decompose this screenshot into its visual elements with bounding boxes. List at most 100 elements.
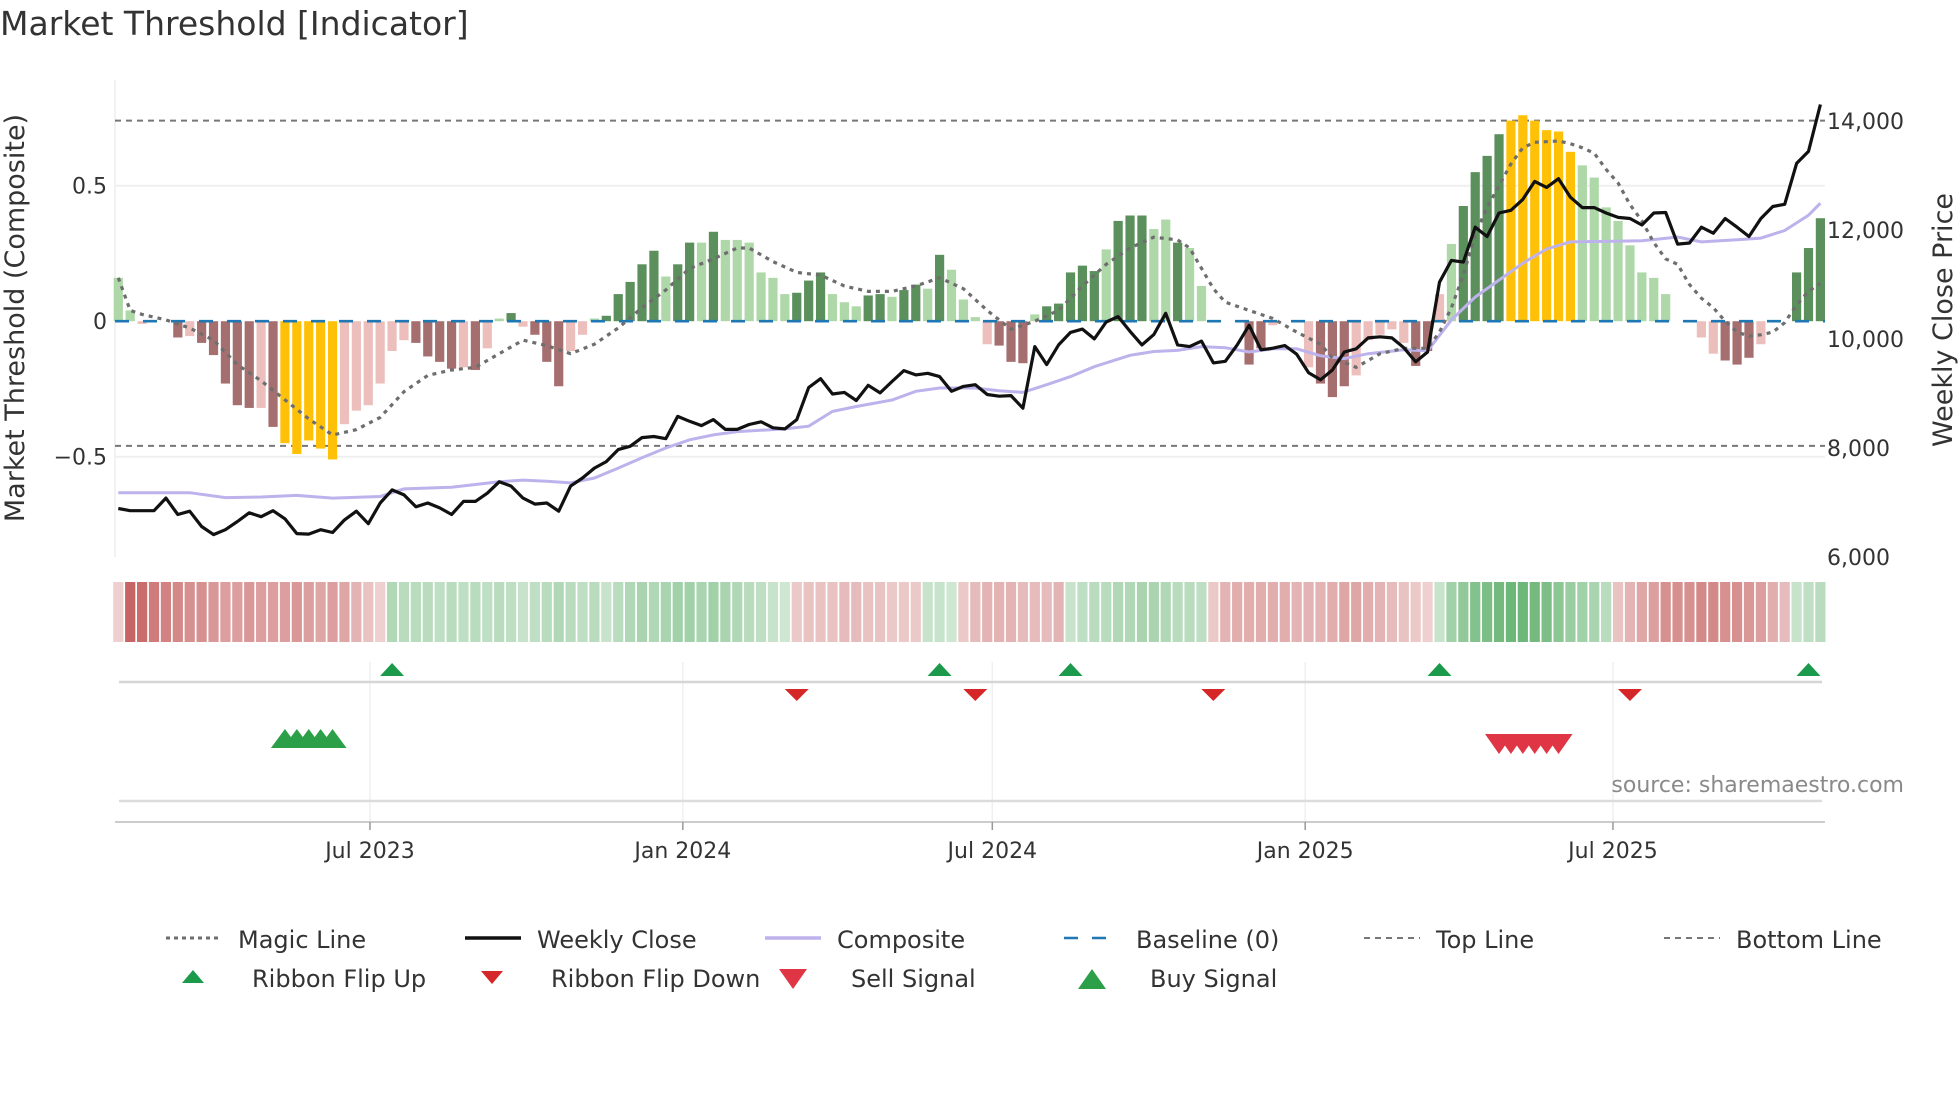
composite-bar [851,306,861,322]
composite-bar [958,299,968,322]
ribbon-cell [232,582,243,642]
ribbon-cell [386,582,398,642]
composite-bar [482,321,492,349]
composite-bar [732,239,742,322]
ribbon-cell [1362,582,1374,642]
composite-bar [411,321,421,343]
ribbon-cell [791,582,802,642]
y2-tick-label: 10,000 [1827,328,1904,353]
ribbon-cell [172,582,183,642]
ribbon-cell [1565,582,1576,642]
ribbon-cell [125,582,136,642]
ribbon-cell [553,582,564,642]
ribbon-flip-up-marker [1427,663,1452,676]
composite-bar [1077,265,1088,322]
ribbon-cell [220,582,231,642]
composite-bar [566,321,576,352]
ribbon-cell [636,582,648,642]
composite-bar [1482,155,1492,322]
ribbon-flip-up-marker [1058,663,1083,676]
ribbon-cell [874,582,886,642]
ribbon-cell [755,582,767,642]
ribbon-cell [1291,582,1302,642]
ribbon-cell [1148,582,1159,642]
legend-triangle-up-icon [182,970,204,983]
composite-bar [792,292,802,322]
ribbon-cell [1208,582,1219,642]
ribbon-cell [351,582,362,642]
composite-bar [1791,272,1802,322]
composite-bar [970,317,980,322]
composite-bar [780,294,790,322]
ribbon-cell [1636,582,1647,642]
composite-bar [1303,321,1314,368]
legend-solid-line-icon [465,936,521,940]
composite-bar [1399,321,1409,343]
composite-bar [839,302,849,322]
composite-bar [1315,321,1326,384]
y2-tick-label: 6,000 [1827,546,1890,571]
composite-bar [1577,165,1587,322]
ribbon-cell [696,582,707,642]
ribbon-cell [434,582,445,642]
legend-thin-dashed-line-icon [1664,937,1720,939]
ribbon-cell [303,582,314,642]
ribbon-cell [732,582,743,642]
ribbon-cell [1327,582,1338,642]
ribbon-cell [1482,582,1493,642]
ribbon-cell [256,582,267,642]
ribbon-cell [660,582,671,642]
ribbon-cell [1755,582,1766,642]
composite-bar [1125,215,1135,322]
legend-buy-triangle-icon [1078,969,1106,989]
ribbon-cell [1065,582,1076,642]
ribbon-cell [470,582,481,642]
legend-label: Ribbon Flip Up [252,965,427,993]
composite-bar [625,281,635,322]
ribbon-cell [1505,582,1517,642]
ribbon-cell [160,582,172,642]
composite-bar [1744,321,1754,358]
composite-bar [1613,220,1623,322]
y2-axis-label: Weekly Close Price [1928,193,1959,447]
ribbon-cell [1743,582,1755,642]
ribbon-cell [482,582,493,642]
composite-bar [1042,306,1052,322]
ribbon-cell [958,582,969,642]
ribbon-cell [363,582,374,642]
ribbon-cell [1672,582,1683,642]
ribbon-cell [1172,582,1183,642]
legend-label: Bottom Line [1736,926,1882,954]
composite-bar [197,321,207,343]
composite-bar [1101,249,1111,322]
composite-bar [351,321,361,411]
ribbon-cell [1386,582,1397,642]
ribbon-cell [839,582,850,642]
composite-bar [685,242,695,322]
composite-bar [1815,218,1826,322]
legend-label: Buy Signal [1150,965,1278,993]
x-tick-label: Jul 2025 [1566,839,1658,864]
composite-bar [1137,215,1147,322]
composite-bar [256,321,266,408]
composite-bar [934,254,945,322]
ribbon-cell [505,582,517,642]
ribbon-cell [779,582,790,642]
ribbon-cell [446,582,457,642]
ribbon-cell [458,582,469,642]
ribbon-cell [1708,582,1719,642]
ribbon-cell [1113,582,1124,642]
legend-label: Baseline (0) [1136,926,1280,954]
composite-bar [387,321,397,352]
composite-bar [446,321,457,369]
composite-bars [113,115,1826,460]
legend-item-sell-signal: Sell Signal [779,963,976,995]
ribbon-cell [1351,582,1362,642]
composite-bar [1149,229,1159,322]
composite-bar [756,272,766,322]
composite-bar [399,321,409,341]
ribbon-cell [137,582,148,642]
composite-bar [613,294,623,322]
legend-sell-triangle-icon [779,969,807,989]
ribbon-cell [1101,582,1112,642]
